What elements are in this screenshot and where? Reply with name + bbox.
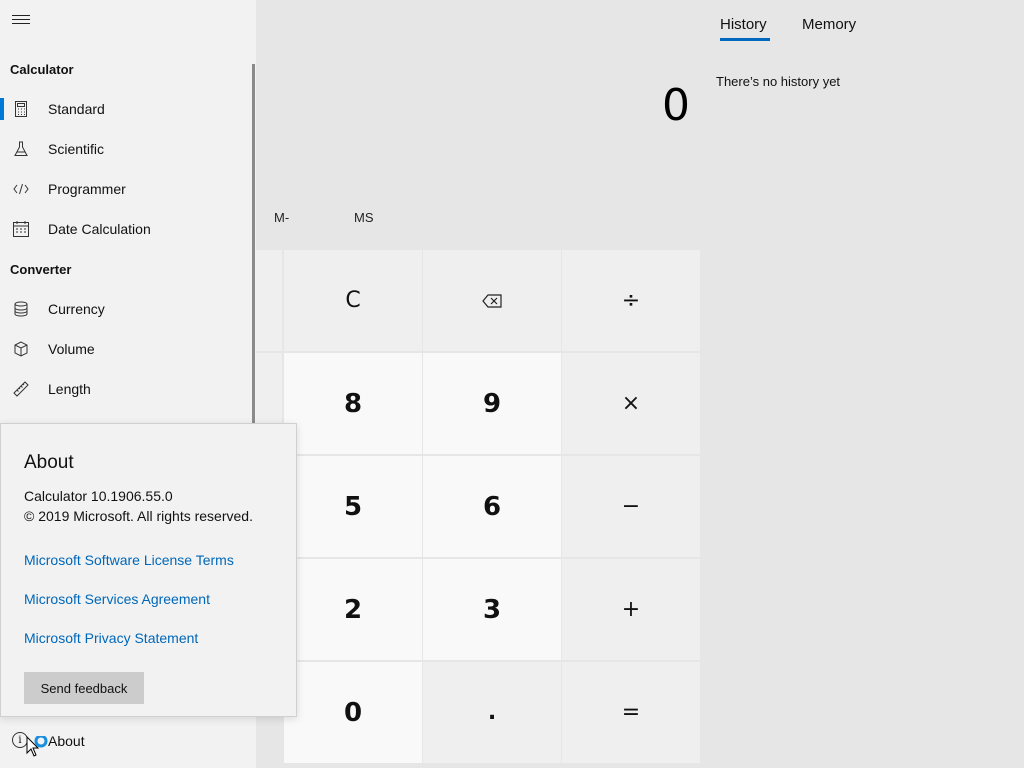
nav-item-date-calculation[interactable]: Date Calculation xyxy=(0,209,252,249)
nav-item-label: Scientific xyxy=(48,141,105,157)
history-empty-message: There’s no history yet xyxy=(716,74,841,89)
digit-8-button[interactable]: 8 xyxy=(284,353,422,454)
hamburger-menu-button[interactable] xyxy=(12,12,30,30)
keypad-hidden-key xyxy=(256,250,282,351)
nav-item-label: Volume xyxy=(48,341,95,357)
nav-item-label: Programmer xyxy=(48,181,126,197)
nav-scrollbar[interactable] xyxy=(252,64,255,424)
hamburger-icon xyxy=(12,15,30,16)
about-copyright: © 2019 Microsoft. All rights reserved. xyxy=(24,508,253,524)
backspace-button[interactable] xyxy=(423,250,561,351)
nav-item-label: Length xyxy=(48,381,91,397)
result-display: 0 xyxy=(662,80,690,131)
tab-memory[interactable]: Memory xyxy=(802,16,856,33)
mouse-cursor-icon xyxy=(26,736,48,757)
history-pane: History Memory There’s no history yet xyxy=(700,0,1024,768)
subtract-button[interactable]: − xyxy=(562,456,700,557)
digit-5-button[interactable]: 5 xyxy=(284,456,422,557)
about-version: Calculator 10.1906.55.0 xyxy=(24,488,173,504)
nav-item-label: Date Calculation xyxy=(48,221,151,237)
clear-button[interactable]: C xyxy=(284,250,422,351)
nav-item-label: Currency xyxy=(48,301,105,317)
calendar-icon xyxy=(12,220,30,238)
about-title: About xyxy=(24,452,74,473)
nav-item-volume[interactable]: Volume xyxy=(0,329,252,369)
decimal-button[interactable]: . xyxy=(423,662,561,763)
divide-button[interactable]: ÷ xyxy=(562,250,700,351)
cube-icon xyxy=(12,340,30,358)
calculator-icon xyxy=(12,100,30,118)
digit-9-button[interactable]: 9 xyxy=(423,353,561,454)
nav-item-standard[interactable]: Standard xyxy=(0,89,252,129)
nav-item-currency[interactable]: Currency xyxy=(0,289,252,329)
nav-section-calculator: Calculator xyxy=(10,62,74,77)
hamburger-icon-line xyxy=(12,23,30,24)
tab-history[interactable]: History xyxy=(720,16,767,33)
services-agreement-link[interactable]: Microsoft Services Agreement xyxy=(24,591,210,607)
about-flyout: About Calculator 10.1906.55.0 © 2019 Mic… xyxy=(0,423,297,717)
multiply-button[interactable]: × xyxy=(562,353,700,454)
active-tab-indicator xyxy=(720,38,770,41)
digit-3-button[interactable]: 3 xyxy=(423,559,561,660)
nav-section-converter: Converter xyxy=(10,262,72,277)
nav-item-label: About xyxy=(48,733,85,749)
equals-button[interactable]: = xyxy=(562,662,700,763)
code-icon xyxy=(12,180,30,198)
coins-icon xyxy=(12,300,30,318)
license-terms-link[interactable]: Microsoft Software License Terms xyxy=(24,552,234,568)
memory-row: M- MS xyxy=(256,210,700,238)
memory-subtract-button[interactable]: M- xyxy=(274,210,289,225)
backspace-icon xyxy=(482,293,502,308)
keypad: C ÷ 8 9 × 5 6 − 2 3 + 0 . = xyxy=(256,250,702,768)
nav-item-programmer[interactable]: Programmer xyxy=(0,169,252,209)
memory-store-button[interactable]: MS xyxy=(354,210,374,225)
digit-0-button[interactable]: 0 xyxy=(284,662,422,763)
digit-6-button[interactable]: 6 xyxy=(423,456,561,557)
nav-item-length[interactable]: Length xyxy=(0,369,252,409)
nav-item-label: Standard xyxy=(48,101,105,117)
privacy-statement-link[interactable]: Microsoft Privacy Statement xyxy=(24,630,198,646)
digit-2-button[interactable]: 2 xyxy=(284,559,422,660)
ruler-icon xyxy=(12,380,30,398)
hamburger-icon-line xyxy=(12,19,30,20)
add-button[interactable]: + xyxy=(562,559,700,660)
flask-icon xyxy=(12,140,30,158)
nav-item-scientific[interactable]: Scientific xyxy=(0,129,252,169)
send-feedback-button[interactable]: Send feedback xyxy=(24,672,144,704)
